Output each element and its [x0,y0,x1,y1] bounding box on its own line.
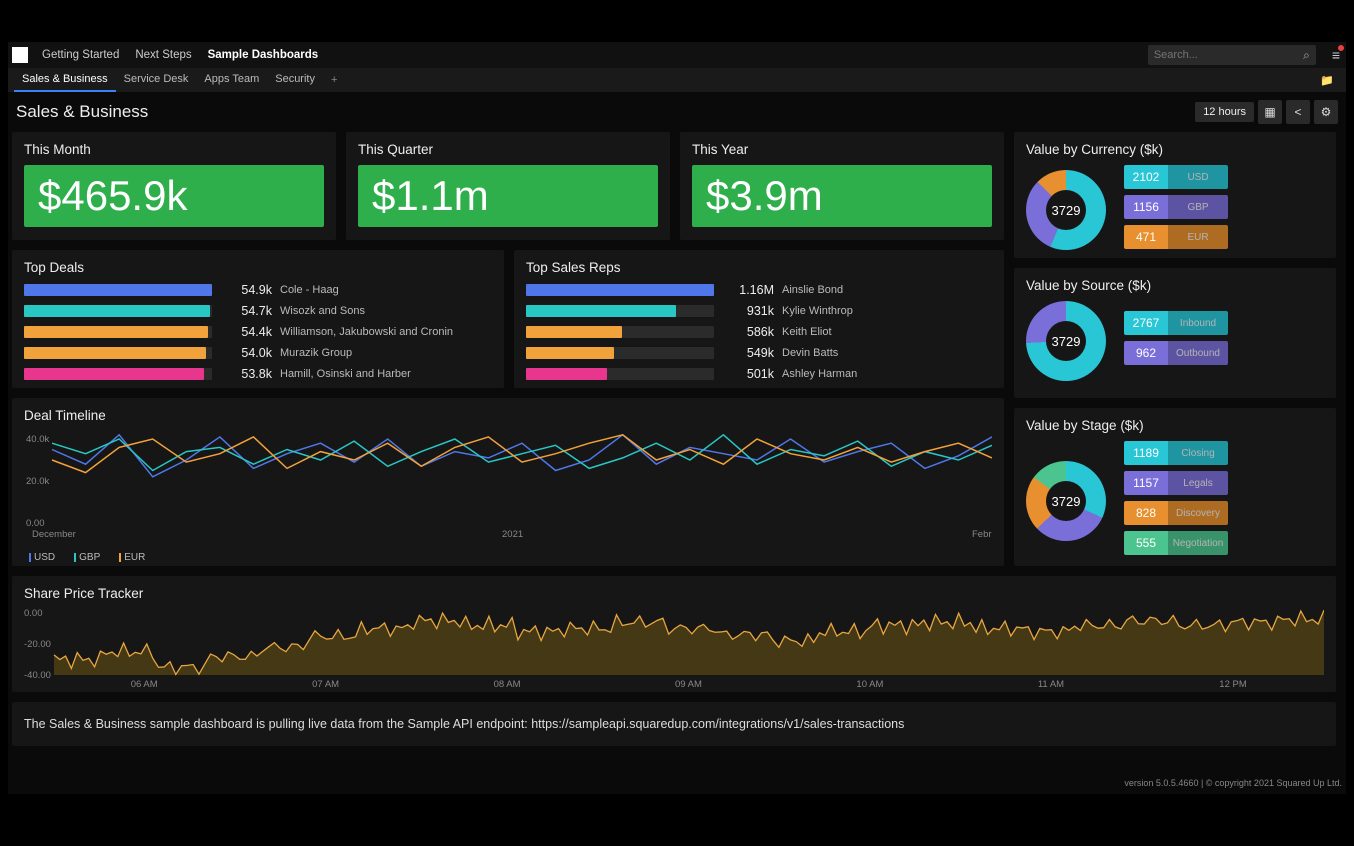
add-tab-button[interactable]: + [323,74,345,86]
bar-row: 54.0kMurazik Group [24,346,492,360]
deal-timeline-panel: Deal Timeline 40.0k 20.0k 0.00December 2021… [12,398,1004,566]
kpi-panel-month: This Month $465.9k [12,132,336,240]
panel-title: This Month [24,142,324,157]
panel-title: Top Deals [24,260,492,275]
search-icon[interactable]: ⌕ [1303,48,1310,63]
bar-row: 53.8kHamill, Osinski and Harber [24,367,492,381]
svg-text:2021: 2021 [502,529,523,540]
layout-icon[interactable]: ▦ [1258,100,1282,124]
top-nav-item[interactable]: Next Steps [127,42,199,68]
panel-title: Value by Stage ($k) [1026,418,1324,433]
kpi-panel-year: This Year $3.9m [680,132,1004,240]
kpi-value: $1.1m [358,165,658,227]
value-by-currency-panel: Value by Currency ($k) 3729 2102USD 1156G… [1014,132,1336,258]
top-nav-bar: Getting StartedNext StepsSample Dashboar… [8,42,1346,68]
svg-text:11 AM: 11 AM [1038,679,1064,689]
search-input[interactable] [1154,49,1303,61]
footer-note-panel: The Sales & Business sample dashboard is… [12,702,1336,746]
footer-note-text: The Sales & Business sample dashboard is… [24,717,904,731]
svg-text:-40.00: -40.00 [24,670,51,681]
kpi-value: $3.9m [692,165,992,227]
svg-text:09 AM: 09 AM [675,679,702,689]
top-nav-item[interactable]: Sample Dashboards [200,42,327,68]
folder-icon[interactable]: 📁 [1314,74,1340,87]
legend-item: 2102USD [1124,165,1228,189]
panel-title: Value by Currency ($k) [1026,142,1324,157]
deal-timeline-chart: 40.0k 20.0k 0.00December 2021 February [24,431,992,541]
legend-item: 2767Inbound [1124,311,1228,335]
kpi-value: $465.9k [24,165,324,227]
panel-title: Deal Timeline [24,408,992,423]
bar-row: 54.9kCole - Haag [24,283,492,297]
legend-item: 828Discovery [1124,501,1228,525]
dashboard-tab[interactable]: Security [267,68,323,92]
svg-text:0.00: 0.00 [24,609,43,619]
donut-chart: 3729 [1026,170,1106,250]
share-price-panel: Share Price Tracker 0.00 -20.00 -40.00 06 A… [12,576,1336,692]
bar-row: 549kDevin Batts [526,346,992,360]
value-by-source-panel: Value by Source ($k) 3729 2767Inbound 962… [1014,268,1336,398]
value-by-stage-panel: Value by Stage ($k) 3729 1189Closing 1157… [1014,408,1336,566]
legend-item: 471EUR [1124,225,1228,249]
page-header: Sales & Business 12 hours ▦ < ⚙ [8,92,1346,132]
search-box[interactable]: ⌕ [1148,45,1316,65]
svg-text:-20.00: -20.00 [24,639,51,650]
kpi-panel-quarter: This Quarter $1.1m [346,132,670,240]
svg-text:February: February [972,529,992,540]
dashboard-tabs-bar: Sales & BusinessService DeskApps TeamSec… [8,68,1346,92]
svg-text:12 PM: 12 PM [1219,679,1247,689]
panel-title: This Quarter [358,142,658,157]
bar-row: 54.7kWisozk and Sons [24,304,492,318]
svg-text:10 AM: 10 AM [856,679,883,689]
page-title: Sales & Business [16,102,148,122]
top-sales-reps-panel: Top Sales Reps 1.16MAinslie Bond 931kKyli… [514,250,1004,388]
legend-item: 1189Closing [1124,441,1228,465]
legend-item: 555Negotiation [1124,531,1228,555]
chart-legend: USDGBPEUR [24,552,992,563]
bar-row: 1.16MAinslie Bond [526,283,992,297]
timerange-picker[interactable]: 12 hours [1195,102,1254,122]
top-nav-item[interactable]: Getting Started [34,42,127,68]
footer-copyright: version 5.0.5.4660 | © copyright 2021 Sq… [1124,778,1342,788]
panel-title: Top Sales Reps [526,260,992,275]
donut-total: 3729 [1026,170,1106,250]
svg-text:0.00: 0.00 [26,518,45,529]
notifications-icon[interactable]: ≡ [1326,47,1346,63]
dashboard-tab[interactable]: Sales & Business [14,68,116,92]
svg-text:07 AM: 07 AM [312,679,339,689]
panel-title: Value by Source ($k) [1026,278,1324,293]
bar-row: 501kAshley Harman [526,367,992,381]
bar-row: 931kKylie Winthrop [526,304,992,318]
dashboard-tab[interactable]: Apps Team [196,68,267,92]
legend-item: 1156GBP [1124,195,1228,219]
settings-gear-icon[interactable]: ⚙ [1314,100,1338,124]
legend-item: 962Outbound [1124,341,1228,365]
svg-text:08 AM: 08 AM [494,679,521,689]
dashboard-tab[interactable]: Service Desk [116,68,197,92]
donut-chart: 3729 [1026,461,1106,541]
bar-row: 54.4kWilliamson, Jakubowski and Cronin [24,325,492,339]
top-deals-panel: Top Deals 54.9kCole - Haag 54.7kWisozk an… [12,250,504,388]
svg-text:December: December [32,529,76,540]
panel-title: This Year [692,142,992,157]
svg-text:40.0k: 40.0k [26,434,49,445]
bar-row: 586kKeith Eliot [526,325,992,339]
svg-text:06 AM: 06 AM [131,679,158,689]
donut-total: 3729 [1026,461,1106,541]
panel-title: Share Price Tracker [24,586,1324,601]
share-icon[interactable]: < [1286,100,1310,124]
donut-chart: 3729 [1026,301,1106,381]
legend-item: 1157Legals [1124,471,1228,495]
svg-text:20.0k: 20.0k [26,476,49,487]
app-logo-icon [12,47,28,63]
share-price-chart: 0.00 -20.00 -40.00 06 AM 07 AM 08 AM 09 AM 10 A… [24,609,1324,689]
donut-total: 3729 [1026,301,1106,381]
